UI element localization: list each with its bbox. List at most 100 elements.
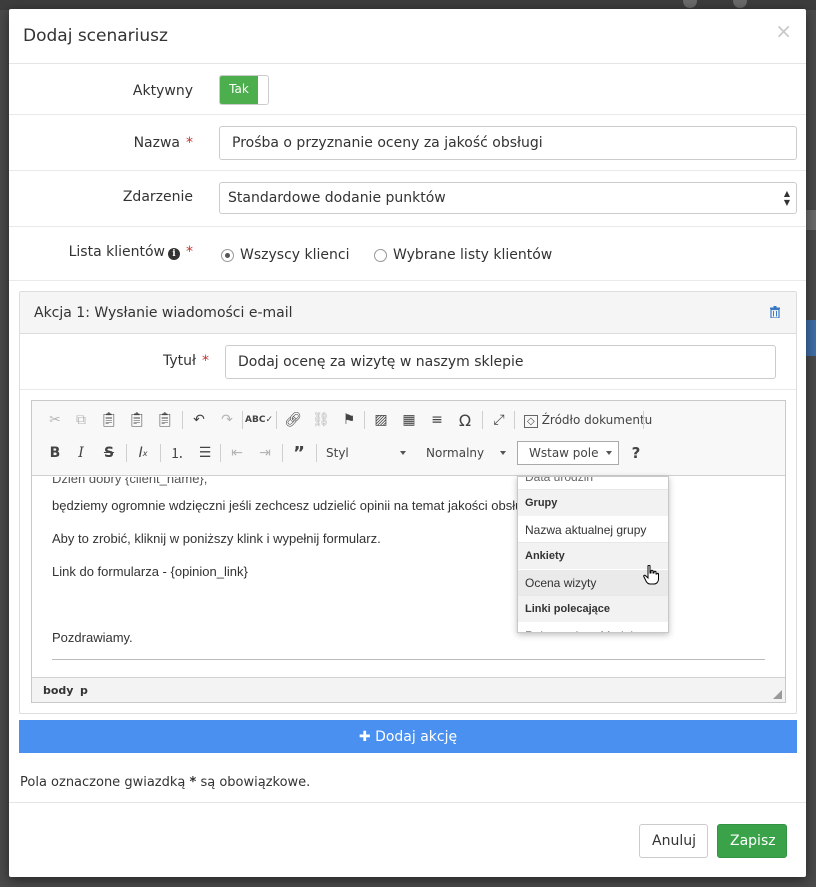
source-button[interactable]: ◇ Źródło dokumentu (520, 409, 652, 431)
toolbar-separator (182, 411, 183, 429)
remove-format-icon[interactable]: Ix (132, 442, 154, 464)
special-char-icon[interactable]: Ω (454, 409, 476, 431)
insert-field-combo[interactable]: Wstaw pole (517, 441, 619, 465)
clients-row: Lista klientów i * Wszyscy klienci Wybrane… (9, 228, 806, 281)
unlink-icon[interactable]: ⛓ (310, 409, 332, 431)
dropdown-group-label: Linki polecające (518, 596, 668, 622)
info-icon[interactable]: i (168, 248, 180, 260)
dropdown-group-label: Grupy (518, 490, 668, 516)
subject-input[interactable]: Dodaj ocenę za wizytę w naszym sklepie (225, 345, 776, 379)
active-toggle-label: Tak (220, 76, 258, 104)
legend-star: * (189, 775, 197, 790)
action-title: Akcja 1: Wysłanie wiadomości e-mail (34, 305, 293, 321)
editor-line: Link do formularza - {opinion_link} (52, 564, 248, 579)
toolbar-separator (242, 411, 243, 429)
toolbar-separator (276, 411, 277, 429)
name-input[interactable]: Prośba o przyznanie oceny za jakość obsł… (219, 126, 797, 160)
editor-toolbar: ✂ ⧉ 📋︎ 📋︎ 📋︎ ↶ ↷ ABC✓ 🔗︎ ⛓ ⚑ ▨ ▦ ≡ Ω ⤢ ◇… (32, 401, 785, 476)
save-button[interactable]: Zapisz (717, 824, 787, 858)
help-icon[interactable]: ? (625, 442, 647, 464)
clients-label: Lista klientów i * (69, 244, 193, 260)
event-select[interactable]: Standardowe dodanie punktów ▲ ▼ (219, 182, 797, 214)
background-settings-icon (733, 0, 747, 8)
radio-circle-checked (221, 248, 234, 262)
maximize-icon[interactable]: ⤢ (488, 409, 510, 431)
undo-icon[interactable]: ↶ (188, 409, 210, 431)
rich-text-editor: ✂ ⧉ 📋︎ 📋︎ 📋︎ ↶ ↷ ABC✓ 🔗︎ ⛓ ⚑ ▨ ▦ ≡ Ω ⤢ ◇… (31, 400, 786, 703)
paste-text-icon[interactable]: 📋︎ (126, 409, 148, 431)
active-row: Aktywny Tak (9, 65, 806, 115)
source-icon: ◇ (524, 415, 538, 428)
bulleted-list-icon[interactable]: ☰ (194, 442, 216, 464)
blockquote-icon[interactable]: ” (288, 442, 310, 464)
close-icon[interactable]: × (775, 19, 792, 43)
toolbar-separator (220, 444, 221, 462)
toolbar-separator (643, 411, 644, 429)
element-path-p[interactable]: p (80, 684, 88, 697)
resize-handle-icon[interactable] (773, 690, 782, 699)
image-icon[interactable]: ▨ (370, 409, 392, 431)
insert-field-label: Wstaw pole (529, 446, 599, 460)
select-arrows-icon: ▲ ▼ (783, 189, 790, 207)
editor-line: Pozdrawiamy. (52, 630, 133, 645)
format-combo-label: Normalny (426, 446, 485, 460)
background-edge-accent (806, 320, 816, 356)
event-select-value: Standardowe dodanie punktów (228, 190, 446, 206)
toolbar-separator (514, 411, 515, 429)
style-combo-label: Styl (326, 446, 349, 460)
anchor-icon[interactable]: ⚑ (338, 409, 360, 431)
style-combo[interactable]: Styl (322, 442, 412, 464)
paste-icon[interactable]: 📋︎ (98, 409, 120, 431)
cut-icon[interactable]: ✂ (44, 409, 66, 431)
toolbar-separator (160, 444, 161, 462)
required-mark: * (186, 135, 193, 151)
active-toggle[interactable]: Tak (219, 75, 269, 105)
chevron-down-icon (500, 451, 506, 455)
spellcheck-icon[interactable]: ABC✓ (245, 409, 273, 431)
add-action-button[interactable]: ✚ Dodaj akcję (19, 720, 797, 753)
editor-content[interactable]: Dzień dobry {client_name}, będziemy ogro… (32, 477, 785, 677)
copy-icon[interactable]: ⧉ (70, 409, 92, 431)
editor-line: Aby to zrobić, kliknij w poniższy klink … (52, 531, 381, 546)
dropdown-item[interactable]: Data urodzin (518, 477, 668, 490)
required-mark: * (202, 353, 209, 369)
dropdown-item[interactable]: Nazwa aktualnej grupy (518, 517, 668, 543)
radio-selected-lists[interactable]: Wybrane listy klientów (374, 247, 552, 263)
table-icon[interactable]: ▦ (398, 409, 420, 431)
event-row: Zdarzenie Standardowe dodanie punktów ▲ ▼ (9, 172, 806, 227)
indent-icon[interactable]: ⇥ (254, 442, 276, 464)
clients-label-text: Lista klientów (68, 244, 165, 260)
cancel-button[interactable]: Anuluj (639, 824, 708, 858)
link-icon[interactable]: 🔗︎ (282, 409, 304, 431)
chevron-down-icon (606, 451, 612, 455)
legend-text-after: są obowiązkowe. (200, 775, 311, 790)
horizontal-line-icon[interactable]: ≡ (426, 409, 448, 431)
source-label: Źródło dokumentu (541, 413, 653, 427)
numbered-list-icon[interactable]: ⒈ (166, 442, 188, 464)
strike-icon[interactable]: S (98, 442, 120, 464)
italic-icon[interactable]: I (70, 442, 92, 464)
required-mark: * (186, 244, 193, 260)
outdent-icon[interactable]: ⇤ (226, 442, 248, 464)
redo-icon[interactable]: ↷ (216, 409, 238, 431)
dropdown-item[interactable]: Rejestracja w Module ... (518, 623, 668, 632)
editor-line: będziemy ogromnie wdzięczni jeśli zechce… (52, 498, 533, 513)
element-path-body[interactable]: body (43, 684, 73, 697)
active-label: Aktywny (132, 83, 193, 99)
format-combo[interactable]: Normalny (422, 442, 512, 464)
insert-field-dropdown: Data urodzin Grupy Nazwa aktualnej grupy… (517, 476, 669, 633)
bold-icon[interactable]: B (44, 442, 66, 464)
plus-icon: ✚ (358, 729, 371, 745)
event-label: Zdarzenie (122, 189, 193, 205)
name-label: Nazwa * (134, 135, 193, 151)
subject-row: Tytuł * Dodaj ocenę za wizytę w naszym sk… (20, 335, 796, 390)
legend-text-before: Pola oznaczone gwiazdką (20, 775, 186, 790)
chevron-down-icon (400, 451, 406, 455)
paste-word-icon[interactable]: 📋︎ (154, 409, 176, 431)
name-row: Nazwa * Prośba o przyznanie oceny za jako… (9, 116, 806, 171)
trash-icon[interactable] (770, 306, 780, 318)
hand-cursor-icon (643, 565, 659, 585)
subject-label-text: Tytuł (163, 353, 196, 369)
radio-all-clients[interactable]: Wszyscy klienci (221, 247, 349, 263)
action-panel: Akcja 1: Wysłanie wiadomości e-mail Tytu… (19, 291, 797, 714)
